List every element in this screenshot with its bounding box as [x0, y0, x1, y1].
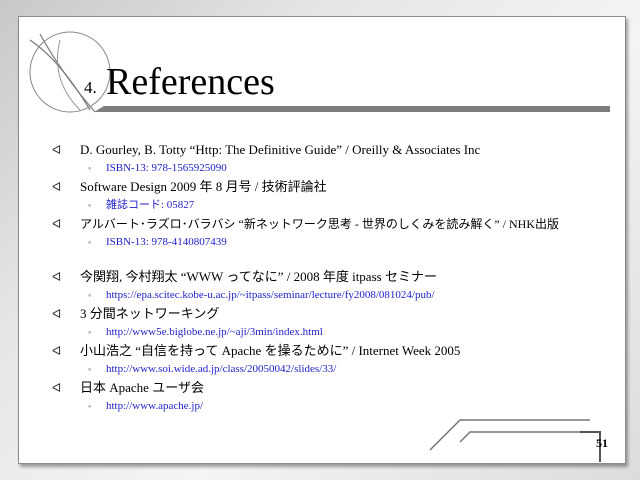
- reference-sub-text: 雑誌コード: 05827: [106, 199, 195, 211]
- reference-sub-item: ◦ ISBN-13: 978-4140807439: [52, 234, 612, 251]
- reference-link[interactable]: http://www5e.biglobe.ne.jp/~aji/3min/ind…: [106, 326, 323, 338]
- reference-sub-item: ◦ 雑誌コード: 05827: [52, 197, 612, 214]
- small-bullet-icon: ◦: [88, 327, 92, 337]
- reference-sub-text: ISBN-13: 978-1565925090: [106, 162, 227, 174]
- page-number: 51: [596, 436, 608, 450]
- arrow-bullet-icon: ᐊ: [52, 307, 62, 321]
- reference-item: ᐊ 3 分間ネットワーキング: [52, 304, 612, 324]
- reference-item: ᐊ Software Design 2009 年 8 月号 / 技術評論社: [52, 177, 612, 197]
- reference-link[interactable]: http://www.soi.wide.ad.jp/class/20050042…: [106, 363, 336, 375]
- reference-item: ᐊ 小山浩之 “自信を持って Apache を操るために” / Internet…: [52, 341, 612, 361]
- reference-text: 日本 Apache ユーザ会: [80, 380, 204, 395]
- small-bullet-icon: ◦: [88, 401, 92, 411]
- reference-text: Software Design 2009 年 8 月号 / 技術評論社: [80, 179, 327, 194]
- reference-sub-item[interactable]: ◦ http://www.apache.jp/: [52, 398, 612, 415]
- small-bullet-icon: ◦: [88, 200, 92, 210]
- reference-item: ᐊ D. Gourley, B. Totty “Http: The Defini…: [52, 140, 612, 160]
- arrow-bullet-icon: ᐊ: [52, 381, 62, 395]
- arrow-bullet-icon: ᐊ: [52, 344, 62, 358]
- reference-text: 今関翔, 今村翔太 “WWW ってなに” / 2008 年度 itpass セミ…: [80, 269, 437, 284]
- arrow-bullet-icon: ᐊ: [52, 143, 62, 157]
- reference-text: D. Gourley, B. Totty “Http: The Definiti…: [80, 142, 481, 157]
- reference-sub-text: ISBN-13: 978-4140807439: [106, 236, 227, 248]
- reference-sub-item: ◦ ISBN-13: 978-1565925090: [52, 160, 612, 177]
- slide-section-number: 4.: [84, 78, 97, 97]
- reference-link[interactable]: http://www.apache.jp/: [106, 400, 203, 412]
- slide-title: References: [106, 61, 275, 103]
- references-list: ᐊ D. Gourley, B. Totty “Http: The Defini…: [52, 140, 612, 415]
- small-bullet-icon: ◦: [88, 364, 92, 374]
- reference-item: ᐊ 今関翔, 今村翔太 “WWW ってなに” / 2008 年度 itpass …: [52, 267, 612, 287]
- reference-text: アルバート･ラズロ･バラバシ “新ネットワーク思考 - 世界のしくみを読み解く”…: [80, 217, 559, 231]
- small-bullet-icon: ◦: [88, 237, 92, 247]
- reference-link[interactable]: https://epa.scitec.kobe-u.ac.jp/~itpass/…: [106, 289, 435, 301]
- reference-sub-item[interactable]: ◦ http://www5e.biglobe.ne.jp/~aji/3min/i…: [52, 324, 612, 341]
- arrow-bullet-icon: ᐊ: [52, 180, 62, 194]
- reference-sub-item[interactable]: ◦ https://epa.scitec.kobe-u.ac.jp/~itpas…: [52, 287, 612, 304]
- small-bullet-icon: ◦: [88, 290, 92, 300]
- reference-text: 3 分間ネットワーキング: [80, 306, 220, 321]
- reference-item: ᐊ アルバート･ラズロ･バラバシ “新ネットワーク思考 - 世界のしくみを読み解…: [52, 214, 612, 234]
- small-bullet-icon: ◦: [88, 163, 92, 173]
- arrow-bullet-icon: ᐊ: [52, 270, 62, 284]
- list-gap: [52, 251, 612, 267]
- reference-text: 小山浩之 “自信を持って Apache を操るために” / Internet W…: [80, 343, 461, 358]
- reference-sub-item[interactable]: ◦ http://www.soi.wide.ad.jp/class/200500…: [52, 361, 612, 378]
- arrow-bullet-icon: ᐊ: [52, 217, 62, 231]
- reference-item: ᐊ 日本 Apache ユーザ会: [52, 378, 612, 398]
